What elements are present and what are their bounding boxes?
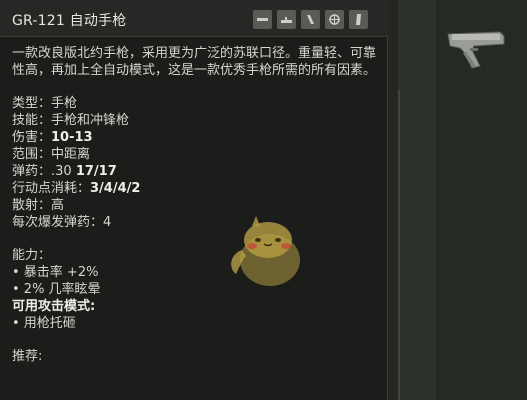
barrel-slot-icon[interactable] [253,10,272,29]
stat-value: 10-13 [51,130,93,145]
stat-value: 高 [51,198,65,213]
stat-ap-cost: 行动点消耗：3/4/4/2 [12,180,378,197]
stat-value: .30 [51,164,76,179]
attack-mode-item: • 用枪托砸 [12,316,76,331]
stat-skill: 技能：手枪和冲锋枪 [12,112,378,129]
stat-spread: 散射：高 [12,197,378,214]
stat-label: 弹药： [12,164,52,179]
stat-value: 3/4/4/2 [90,181,141,196]
inventory-border [398,90,400,400]
recommend-heading: 推荐: [12,349,43,364]
stat-label: 散射： [12,198,52,213]
mascot-watermark [222,210,312,290]
item-title: GR-121 自动手枪 [12,13,127,29]
attachment-slots [253,10,368,29]
item-tooltip: GR-121 自动手枪 一款改良版北约手枪，采用更为广泛的苏联口径。重量轻、可靠… [0,0,388,400]
stat-burst-ammo: 每次爆发弹药：4 [12,214,378,231]
sight-slot-icon[interactable] [277,10,296,29]
ability-item: • 2% 几率眩晕 [12,282,101,297]
stat-damage: 伤害：10-13 [12,129,378,146]
attack-modes-heading: 可用攻击模式: [12,299,96,314]
stat-label: 类型： [12,96,52,111]
magazine-slot-icon[interactable] [301,10,320,29]
item-description: 一款改良版北约手枪，采用更为广泛的苏联口径。重量轻、可靠性高，再加上全自动模式，… [12,46,377,78]
pistol-item-icon[interactable] [442,22,512,72]
stat-label: 行动点消耗： [12,181,91,196]
tooltip-body: 一款改良版北约手枪，采用更为广泛的苏联口径。重量轻、可靠性高，再加上全自动模式，… [12,45,378,365]
stat-value: 中距离 [51,147,91,162]
ability-item: • 暴击率 +2% [12,265,99,280]
ammo-count: 17/17 [75,164,117,179]
stat-value: 手枪 [51,96,78,111]
grip-slot-icon[interactable] [349,10,368,29]
stat-ammo: 弹药：.30 17/17 [12,163,378,180]
stat-type: 类型：手枪 [12,95,378,112]
scope-slot-icon[interactable] [325,10,344,29]
panel-divider [388,0,398,400]
stat-value: 手枪和冲锋枪 [51,113,130,128]
stat-label: 每次爆发弹药： [12,215,104,230]
abilities-heading: 能力： [12,248,52,263]
stat-label: 技能： [12,113,52,128]
stat-label: 伤害： [12,130,52,145]
tooltip-header: GR-121 自动手枪 [0,0,388,37]
stat-label: 范围： [12,147,52,162]
stat-value: 4 [103,215,112,230]
stat-range: 范围：中距离 [12,146,378,163]
inventory-strip [398,0,436,400]
